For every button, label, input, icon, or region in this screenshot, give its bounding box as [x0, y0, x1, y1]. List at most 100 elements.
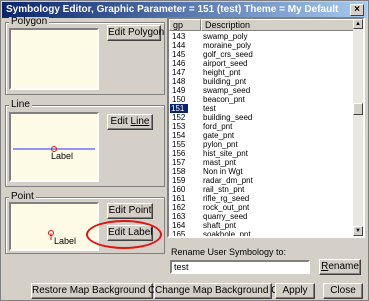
table-row[interactable]: 149 swamp_seed	[169, 86, 355, 95]
table-row[interactable]: 163 quarry_seed	[169, 212, 355, 221]
table-row[interactable]: 150 beacon_pnt	[169, 95, 355, 104]
line-group-label: Line	[9, 99, 32, 110]
table-row[interactable]: 159 radar_dm_pnt	[169, 176, 355, 185]
column-header-gp[interactable]: gp	[169, 19, 201, 31]
row-description: pylon_pnt	[203, 140, 238, 149]
row-gp: 154	[172, 131, 186, 140]
table-row[interactable]: 145 golf_crs_seed	[169, 50, 355, 59]
row-description: golf_crs_seed	[203, 50, 253, 59]
row-gp: 164	[172, 221, 186, 230]
row-gp: 148	[172, 77, 186, 86]
annotation-highlight-ring	[86, 220, 162, 249]
scrollbar-thumb[interactable]	[353, 103, 363, 115]
row-description: swamp_seed	[203, 86, 251, 95]
table-row[interactable]: 153 ford_pnt	[169, 122, 355, 131]
point-group-label: Point	[9, 191, 36, 202]
row-gp: 146	[172, 59, 186, 68]
row-gp: 155	[172, 140, 186, 149]
line-preview: Label	[9, 112, 99, 182]
window-title: Symbology Editor, Graphic Parameter = 15…	[6, 4, 339, 15]
table-row[interactable]: 146 airport_seed	[169, 59, 355, 68]
table-row[interactable]: 144 moraine_poly	[169, 41, 355, 50]
scroll-up-arrow[interactable]: ▲	[353, 19, 363, 29]
table-row[interactable]: 143 swamp_poly	[169, 32, 355, 41]
row-description: height_pnt	[203, 68, 241, 77]
apply-button[interactable]: Apply	[275, 283, 315, 299]
row-description: rock_out_pnt	[203, 203, 250, 212]
table-row[interactable]: 162 rock_out_pnt	[169, 203, 355, 212]
edit-line-button-label: Line	[130, 116, 150, 127]
row-gp: 145	[172, 50, 186, 59]
row-description: beacon_pnt	[203, 95, 245, 104]
row-gp: 152	[172, 113, 186, 122]
rename-button[interactable]: Rename	[319, 259, 361, 275]
table-row[interactable]: 165 soakhole_pnt	[169, 230, 355, 238]
row-description: mast_pnt	[203, 158, 236, 167]
vertical-scrollbar[interactable]: ▲ ▼	[353, 19, 363, 236]
row-description: ford_pnt	[203, 122, 233, 131]
column-header-description[interactable]: Description	[201, 19, 355, 31]
row-description: hist_site_pnt	[203, 149, 248, 158]
symbology-editor-window: Symbology Editor, Graphic Parameter = 15…	[0, 0, 369, 301]
graphic-parameter-list[interactable]: gp Description 143 swamp_poly 144 moraine_p…	[167, 17, 365, 238]
row-description: building_pnt	[203, 77, 247, 86]
table-row[interactable]: 157 mast_pnt	[169, 158, 355, 167]
scroll-down-arrow[interactable]: ▼	[353, 226, 363, 236]
row-description: gate_pnt	[203, 131, 235, 140]
row-description: test	[203, 104, 216, 113]
point-preview-label: Label	[54, 236, 77, 246]
table-row[interactable]: 158 Non in Wgt	[169, 167, 355, 176]
table-row[interactable]: 161 rifle_rg_seed	[169, 194, 355, 203]
row-gp: 162	[172, 203, 186, 212]
row-description: swamp_poly	[203, 32, 248, 41]
row-gp: 149	[172, 86, 186, 95]
title-bar: Symbology Editor, Graphic Parameter = 15…	[2, 2, 367, 18]
row-description: moraine_poly	[203, 41, 252, 50]
row-gp: 144	[172, 41, 186, 50]
edit-line-button[interactable]: Edit Line	[107, 114, 153, 130]
row-description: radar_dm_pnt	[203, 176, 253, 185]
row-description: quarry_seed	[203, 212, 248, 221]
row-gp: 161	[172, 194, 186, 203]
row-description: shaft_pnt	[203, 221, 236, 230]
restore-background-button[interactable]: Restore Map Background Colour	[31, 283, 178, 299]
line-symbol-svg	[13, 146, 95, 152]
row-gp: 143	[172, 32, 186, 41]
row-gp: 165	[172, 230, 186, 238]
polygon-preview	[9, 28, 99, 90]
rename-button-label: R	[321, 261, 329, 272]
edit-polygon-button[interactable]: Edit Polygon	[107, 25, 164, 41]
table-row[interactable]: 151 test	[169, 104, 355, 113]
change-background-button[interactable]: Change Map Background Colour	[154, 283, 301, 299]
row-gp: 160	[172, 185, 186, 194]
row-gp: 156	[172, 149, 186, 158]
triangle-up-icon: ▲	[355, 21, 361, 27]
table-row[interactable]: 160 rail_stn_pnt	[169, 185, 355, 194]
table-row[interactable]: 148 building_pnt	[169, 77, 355, 86]
close-button[interactable]: Close	[323, 283, 363, 299]
row-gp: 153	[172, 122, 186, 131]
row-description: rifle_rg_seed	[203, 194, 250, 203]
edit-point-button[interactable]: Edit Point	[107, 203, 153, 219]
table-row[interactable]: 164 shaft_pnt	[169, 221, 355, 230]
table-row[interactable]: 147 height_pnt	[169, 68, 355, 77]
row-gp: 159	[172, 176, 186, 185]
row-description: airport_seed	[203, 59, 248, 68]
row-gp: 163	[172, 212, 186, 221]
row-gp: 158	[172, 167, 186, 176]
table-row[interactable]: 154 gate_pnt	[169, 131, 355, 140]
polygon-group-label: Polygon	[9, 16, 50, 27]
rename-input[interactable]	[170, 260, 310, 274]
row-description: soakhole_pnt	[203, 230, 251, 238]
row-description: building_seed	[203, 113, 253, 122]
row-gp: 147	[172, 68, 186, 77]
row-gp: 151	[170, 104, 189, 113]
row-gp: 157	[172, 158, 186, 167]
row-description: Non in Wgt	[203, 167, 243, 176]
table-row[interactable]: 152 building_seed	[169, 113, 355, 122]
table-row[interactable]: 156 hist_site_pnt	[169, 149, 355, 158]
rename-label: Rename User Symbology to:	[171, 247, 287, 257]
close-window-button[interactable]: ×	[350, 4, 364, 16]
table-row[interactable]: 155 pylon_pnt	[169, 140, 355, 149]
triangle-down-icon: ▼	[355, 228, 361, 234]
